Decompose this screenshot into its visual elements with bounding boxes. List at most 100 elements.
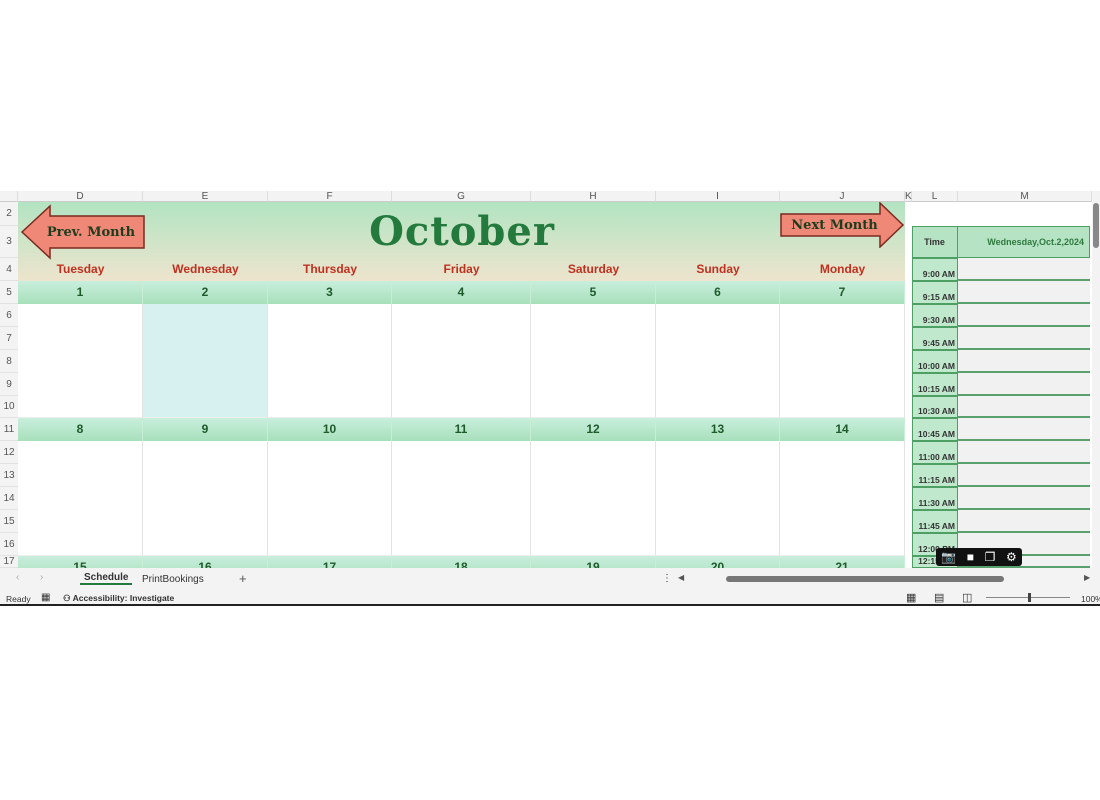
- accessibility-status[interactable]: ⚇ Accessibility: Investigate: [63, 593, 174, 604]
- page-layout-icon[interactable]: ▤: [934, 591, 944, 604]
- day-events-cell-1[interactable]: [18, 304, 143, 418]
- page-break-icon[interactable]: ◫: [962, 591, 972, 604]
- day-events-cell-4[interactable]: [392, 304, 531, 418]
- row-header-16[interactable]: 16: [0, 533, 18, 556]
- row-header-9[interactable]: 9: [0, 373, 18, 396]
- vertical-scrollbar[interactable]: [1092, 191, 1100, 568]
- day-events-cell-14[interactable]: [780, 441, 905, 556]
- select-all-corner[interactable]: [0, 191, 18, 202]
- date-cell-19[interactable]: 19: [531, 556, 656, 568]
- zoom-slider-thumb[interactable]: [1028, 593, 1031, 602]
- time-slot-booking-cell[interactable]: [958, 418, 1090, 441]
- column-header-h[interactable]: H: [531, 191, 656, 202]
- scroll-left-icon[interactable]: ◀: [678, 573, 684, 582]
- time-slot-booking-cell[interactable]: [958, 258, 1090, 281]
- spreadsheet-grid[interactable]: DEFGHIJKLM 2 3 4 5 6 7 8 9 10 11 12 13 14 15 16 17 Octo…: [0, 191, 1100, 568]
- day-events-cell-2[interactable]: [143, 304, 268, 418]
- day-events-cell-8[interactable]: [18, 441, 143, 556]
- time-slot-booking-cell[interactable]: [958, 441, 1090, 464]
- time-slot-booking-cell[interactable]: [958, 281, 1090, 304]
- time-slot-booking-cell[interactable]: [958, 487, 1090, 510]
- date-cell-9[interactable]: 9: [143, 418, 268, 441]
- day-events-cell-12[interactable]: [531, 441, 656, 556]
- day-events-cell-7[interactable]: [780, 304, 905, 418]
- column-header-f[interactable]: F: [268, 191, 392, 202]
- column-header-g[interactable]: G: [392, 191, 531, 202]
- row-header-3[interactable]: 3: [0, 226, 18, 258]
- add-sheet-button[interactable]: +: [239, 571, 247, 586]
- normal-view-icon[interactable]: ▦: [906, 591, 916, 604]
- row-header-11[interactable]: 11: [0, 418, 18, 441]
- day-events-cell-11[interactable]: [392, 441, 531, 556]
- date-cell-1[interactable]: 1: [18, 281, 143, 304]
- row-header-5[interactable]: 5: [0, 281, 18, 304]
- column-header-j[interactable]: J: [780, 191, 905, 202]
- column-header-l[interactable]: L: [912, 191, 958, 202]
- row-header-4[interactable]: 4: [0, 258, 18, 281]
- date-cell-17[interactable]: 17: [268, 556, 392, 568]
- date-cell-14[interactable]: 14: [780, 418, 905, 441]
- time-slot-booking-cell[interactable]: [958, 396, 1090, 418]
- date-cell-21[interactable]: 21: [780, 556, 905, 568]
- date-cell-10[interactable]: 10: [268, 418, 392, 441]
- column-header-m[interactable]: M: [958, 191, 1092, 202]
- time-slot-booking-cell[interactable]: [958, 304, 1090, 327]
- vertical-scroll-thumb[interactable]: [1093, 203, 1099, 248]
- date-cell-4[interactable]: 4: [392, 281, 531, 304]
- gear-icon[interactable]: ⚙: [1006, 550, 1017, 564]
- tab-printbookings[interactable]: PrintBookings: [142, 574, 204, 585]
- day-events-cell-3[interactable]: [268, 304, 392, 418]
- time-slot-booking-cell[interactable]: [958, 327, 1090, 350]
- date-cell-13[interactable]: 13: [656, 418, 780, 441]
- date-cell-11[interactable]: 11: [392, 418, 531, 441]
- time-slot-booking-cell[interactable]: [958, 464, 1090, 487]
- row-header-2[interactable]: 2: [0, 202, 18, 226]
- date-cell-6[interactable]: 6: [656, 281, 780, 304]
- row-header-7[interactable]: 7: [0, 327, 18, 350]
- column-header-k[interactable]: K: [905, 191, 912, 202]
- time-slot-booking-cell[interactable]: [958, 373, 1090, 396]
- row-header-14[interactable]: 14: [0, 487, 18, 510]
- copy-icon[interactable]: ❐: [985, 550, 996, 564]
- day-events-cell-9[interactable]: [143, 441, 268, 556]
- horizontal-scroll-thumb[interactable]: [726, 576, 1004, 582]
- scroll-right-icon[interactable]: ▶: [1084, 573, 1090, 582]
- date-cell-12[interactable]: 12: [531, 418, 656, 441]
- date-cell-20[interactable]: 20: [656, 556, 780, 568]
- date-cell-8[interactable]: 8: [18, 418, 143, 441]
- date-cell-3[interactable]: 3: [268, 281, 392, 304]
- date-cell-5[interactable]: 5: [531, 281, 656, 304]
- row-header-8[interactable]: 8: [0, 350, 18, 373]
- time-slot-booking-cell[interactable]: [958, 350, 1090, 373]
- day-events-cell-6[interactable]: [656, 304, 780, 418]
- row-header-15[interactable]: 15: [0, 510, 18, 533]
- more-options-icon[interactable]: ⋮: [662, 573, 672, 584]
- date-cell-18[interactable]: 18: [392, 556, 531, 568]
- prev-month-button[interactable]: Prev. Month: [20, 204, 146, 260]
- row-header-17[interactable]: 17: [0, 556, 18, 568]
- column-header-i[interactable]: I: [656, 191, 780, 202]
- row-header-12[interactable]: 12: [0, 441, 18, 464]
- row-header-10[interactable]: 10: [0, 396, 18, 418]
- date-cell-2[interactable]: 2: [143, 281, 268, 304]
- tab-scroll-left[interactable]: ‹: [16, 572, 19, 583]
- tab-schedule[interactable]: Schedule: [80, 572, 133, 585]
- column-header-e[interactable]: E: [143, 191, 268, 202]
- column-header-d[interactable]: D: [18, 191, 143, 202]
- zoom-slider[interactable]: [986, 593, 1070, 602]
- camera-icon[interactable]: 📷: [941, 550, 956, 564]
- row-header-13[interactable]: 13: [0, 464, 18, 487]
- date-cell-15[interactable]: 15: [18, 556, 143, 568]
- day-events-cell-5[interactable]: [531, 304, 656, 418]
- time-slot-booking-cell[interactable]: [958, 510, 1090, 533]
- day-events-cell-13[interactable]: [656, 441, 780, 556]
- macro-icon[interactable]: ▦: [41, 592, 50, 603]
- zoom-level[interactable]: 100%: [1081, 594, 1100, 604]
- next-month-button[interactable]: Next Month: [780, 202, 905, 248]
- date-cell-16[interactable]: 16: [143, 556, 268, 568]
- row-header-6[interactable]: 6: [0, 304, 18, 327]
- date-cell-7[interactable]: 7: [780, 281, 905, 304]
- day-events-cell-10[interactable]: [268, 441, 392, 556]
- tab-scroll-right[interactable]: ›: [40, 572, 43, 583]
- video-icon[interactable]: ■: [967, 550, 974, 564]
